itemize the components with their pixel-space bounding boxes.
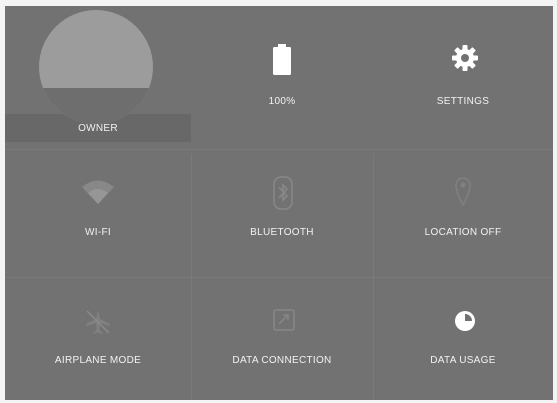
wifi-icon	[81, 179, 115, 205]
location-tile[interactable]: LOCATION OFF	[373, 154, 553, 274]
data-usage-tile[interactable]: DATA USAGE	[373, 281, 553, 400]
airplane-mode-label: AIRPLANE MODE	[54, 355, 142, 366]
battery-icon	[271, 44, 293, 76]
bluetooth-icon	[273, 176, 293, 210]
avatar[interactable]	[39, 10, 153, 124]
owner-tile[interactable]: OWNER	[5, 6, 191, 146]
data-connection-label: DATA CONNECTION	[232, 355, 332, 366]
row-divider	[5, 277, 553, 278]
data-connection-icon	[273, 309, 295, 331]
airplane-mode-tile[interactable]: AIRPLANE MODE	[5, 281, 191, 400]
quick-settings-panel: OWNER 100% SETTINGS WI-FI BLUETOOTH LOCA…	[5, 6, 553, 400]
gear-icon	[451, 44, 479, 72]
airplane-icon	[85, 309, 111, 335]
avatar-shadow	[39, 88, 153, 124]
battery-level-label: 100%	[268, 96, 296, 107]
location-icon	[455, 176, 471, 206]
row-divider	[5, 149, 553, 150]
data-usage-label: DATA USAGE	[430, 355, 496, 366]
battery-tile[interactable]: 100%	[191, 6, 373, 146]
wifi-label: WI-FI	[85, 227, 111, 238]
data-usage-icon	[453, 309, 477, 333]
bluetooth-tile[interactable]: BLUETOOTH	[191, 154, 373, 274]
wifi-tile[interactable]: WI-FI	[5, 154, 191, 274]
settings-tile[interactable]: SETTINGS	[373, 6, 553, 146]
settings-label: SETTINGS	[436, 96, 490, 107]
location-label: LOCATION OFF	[424, 227, 502, 238]
data-connection-tile[interactable]: DATA CONNECTION	[191, 281, 373, 400]
bluetooth-label: BLUETOOTH	[250, 227, 314, 238]
owner-label: OWNER	[78, 123, 118, 134]
